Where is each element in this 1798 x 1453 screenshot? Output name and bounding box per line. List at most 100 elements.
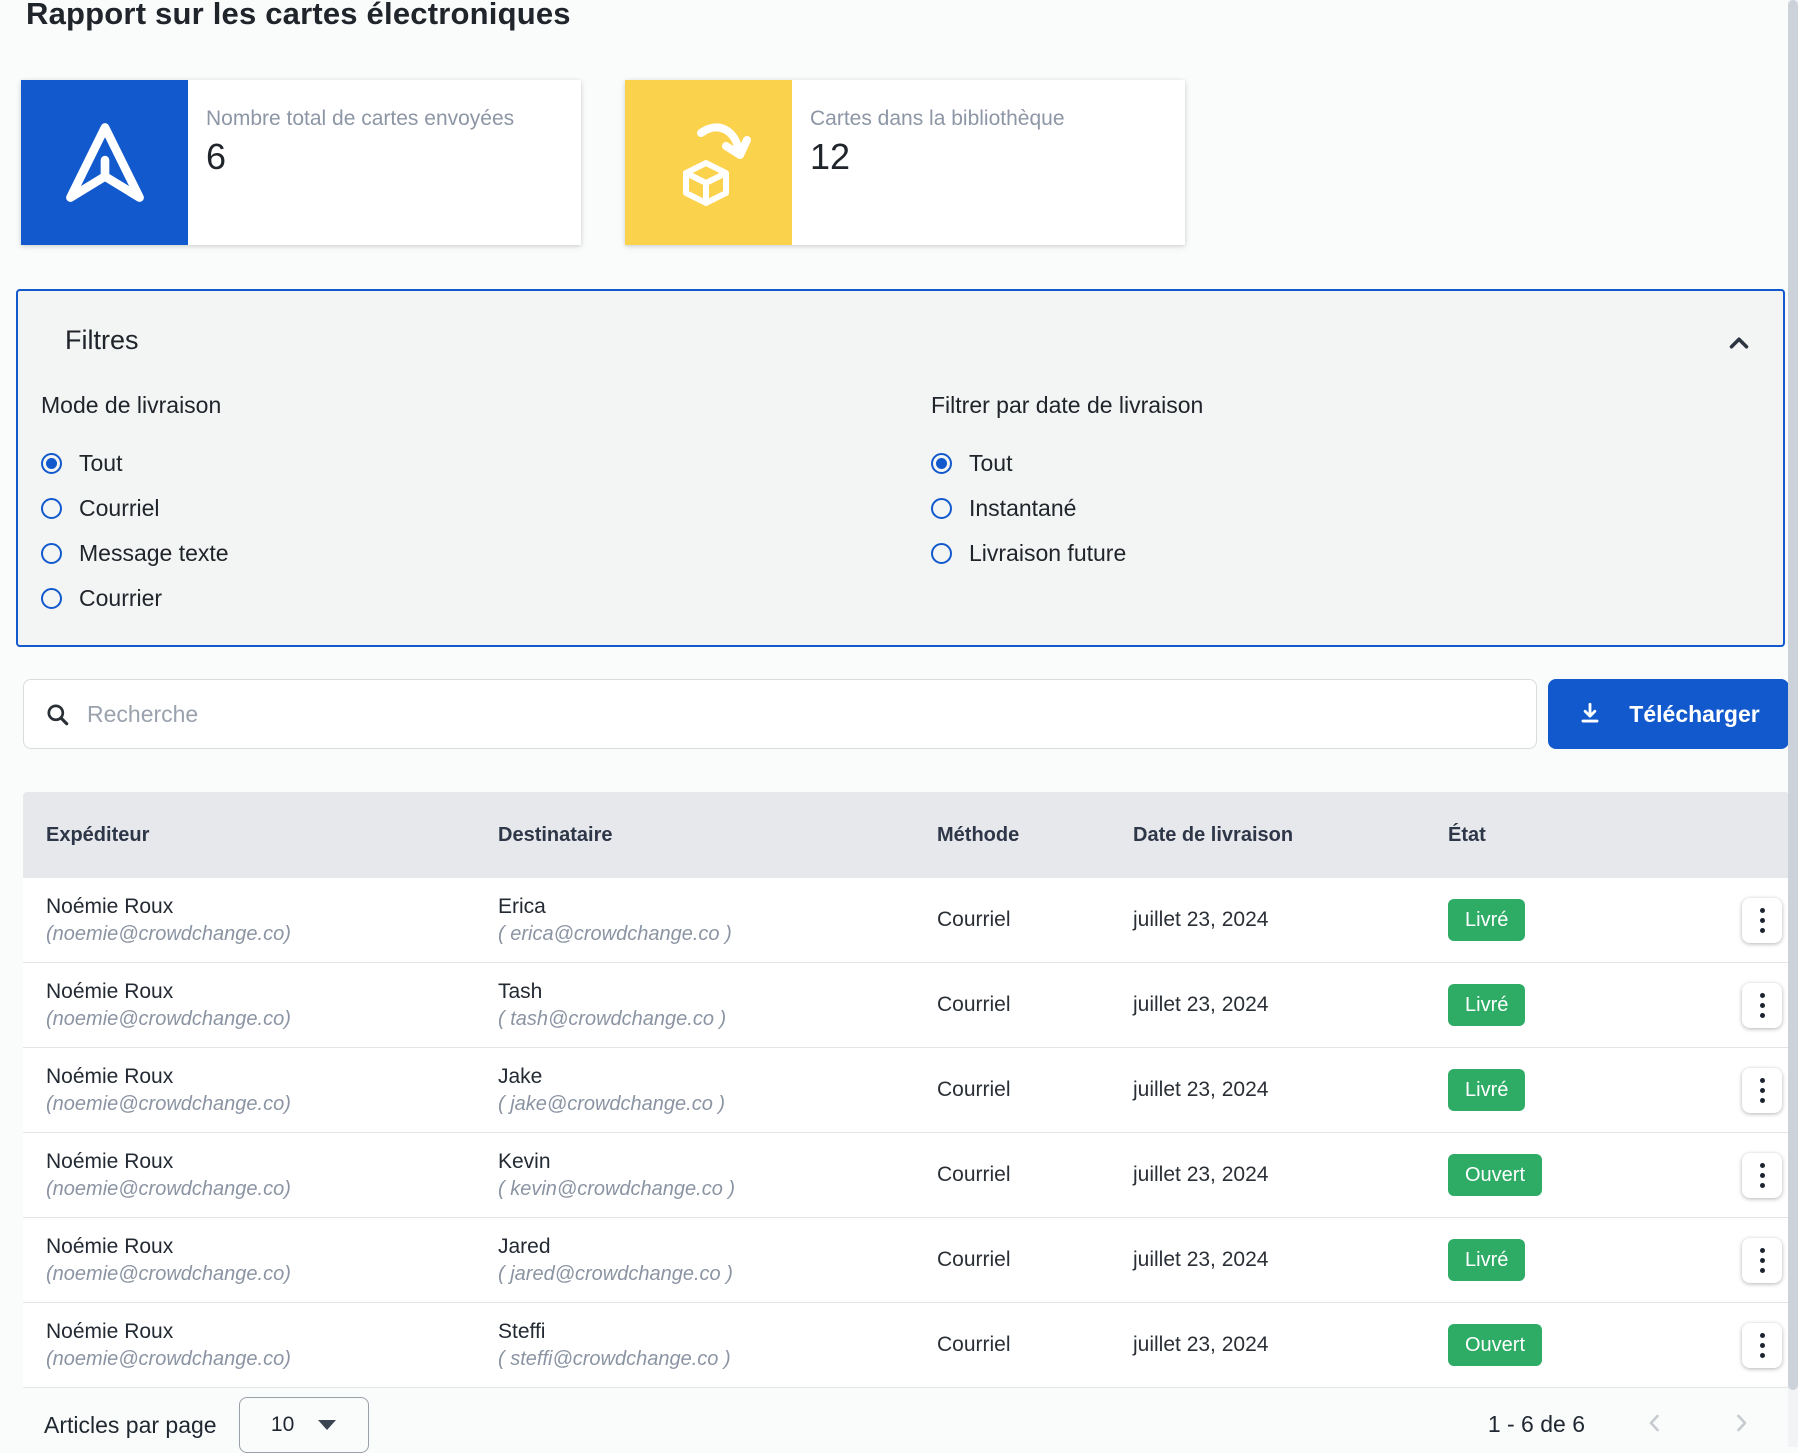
recipient-cell: Jared ( jared@crowdchange.co ) bbox=[498, 1233, 937, 1288]
method-cell: Courriel bbox=[937, 993, 1133, 1017]
filter-group-delivery-mode: Mode de livraison Tout Courriel bbox=[41, 392, 931, 621]
stat-label: Cartes dans la bibliothèque bbox=[810, 106, 1065, 132]
row-actions-menu-button[interactable] bbox=[1742, 1323, 1782, 1368]
sender-name: Noémie Roux bbox=[46, 1148, 498, 1176]
chevron-up-icon[interactable] bbox=[1717, 321, 1761, 365]
sender-cell: Noémie Roux (noemie@crowdchange.co) bbox=[46, 1318, 498, 1373]
recipient-name: Erica bbox=[498, 893, 937, 921]
stat-card-cards-sent: Nombre total de cartes envoyées 6 bbox=[21, 80, 581, 245]
status-cell: Ouvert bbox=[1448, 1154, 1713, 1196]
radio-label: Message texte bbox=[79, 540, 229, 567]
radio-label: Tout bbox=[79, 450, 122, 477]
row-actions-menu-button[interactable] bbox=[1742, 1068, 1782, 1113]
recipient-email: ( jake@crowdchange.co ) bbox=[498, 1091, 937, 1118]
column-header-date: Date de livraison bbox=[1133, 824, 1448, 847]
sender-name: Noémie Roux bbox=[46, 1063, 498, 1091]
radio-option: Message texte bbox=[41, 531, 931, 576]
date-cell: juillet 23, 2024 bbox=[1133, 1248, 1448, 1272]
radio-button[interactable] bbox=[931, 498, 952, 519]
sender-cell: Noémie Roux (noemie@crowdchange.co) bbox=[46, 893, 498, 948]
table-header-row: Expéditeur Destinataire Méthode Date de … bbox=[23, 792, 1789, 878]
method-cell: Courriel bbox=[937, 1078, 1133, 1102]
stat-card-library: Cartes dans la bibliothèque 12 bbox=[625, 80, 1185, 245]
search-box[interactable] bbox=[23, 679, 1537, 749]
radio-option: Courriel bbox=[41, 486, 931, 531]
sender-cell: Noémie Roux (noemie@crowdchange.co) bbox=[46, 1148, 498, 1203]
page-scrollbar[interactable] bbox=[1788, 0, 1798, 1447]
recipient-name: Steffi bbox=[498, 1318, 937, 1346]
previous-page-button[interactable] bbox=[1635, 1409, 1675, 1439]
filter-group-label: Filtrer par date de livraison bbox=[931, 392, 1783, 419]
method-cell: Courriel bbox=[937, 1248, 1133, 1272]
sender-name: Noémie Roux bbox=[46, 893, 498, 921]
row-actions-menu-button[interactable] bbox=[1742, 1238, 1782, 1283]
sender-name: Noémie Roux bbox=[46, 1318, 498, 1346]
recipient-cell: Jake ( jake@crowdchange.co ) bbox=[498, 1063, 937, 1118]
recipient-cell: Steffi ( steffi@crowdchange.co ) bbox=[498, 1318, 937, 1373]
status-badge: Livré bbox=[1448, 1069, 1525, 1111]
table-row: Noémie Roux (noemie@crowdchange.co) Eric… bbox=[23, 878, 1789, 963]
method-cell: Courriel bbox=[937, 1333, 1133, 1357]
radio-label: Courrier bbox=[79, 585, 162, 612]
page-title: Rapport sur les cartes électroniques bbox=[26, 0, 1789, 34]
stat-value: 12 bbox=[810, 136, 1065, 178]
radio-button[interactable] bbox=[41, 453, 62, 474]
row-actions-menu-button[interactable] bbox=[1742, 898, 1782, 943]
recipient-email: ( kevin@crowdchange.co ) bbox=[498, 1176, 937, 1203]
radio-option: Livraison future bbox=[931, 531, 1783, 576]
radio-label: Livraison future bbox=[969, 540, 1126, 567]
filters-title: Filtres bbox=[65, 325, 1783, 356]
column-header-method: Méthode bbox=[937, 824, 1133, 847]
recipient-name: Jake bbox=[498, 1063, 937, 1091]
status-badge: Ouvert bbox=[1448, 1324, 1542, 1366]
stat-value: 6 bbox=[206, 136, 514, 178]
status-cell: Livré bbox=[1448, 1069, 1713, 1111]
recipient-cell: Kevin ( kevin@crowdchange.co ) bbox=[498, 1148, 937, 1203]
table-row: Noémie Roux (noemie@crowdchange.co) Kevi… bbox=[23, 1133, 1789, 1218]
date-cell: juillet 23, 2024 bbox=[1133, 1333, 1448, 1357]
next-page-button[interactable] bbox=[1721, 1409, 1761, 1439]
radio-button[interactable] bbox=[931, 543, 952, 564]
row-actions-menu-button[interactable] bbox=[1742, 983, 1782, 1028]
scrollbar-thumb[interactable] bbox=[1788, 0, 1798, 1390]
column-header-status: État bbox=[1448, 824, 1713, 847]
radio-button[interactable] bbox=[41, 498, 62, 519]
download-button-label: Télécharger bbox=[1629, 701, 1759, 728]
cards-table: Expéditeur Destinataire Méthode Date de … bbox=[23, 792, 1789, 1453]
stat-label: Nombre total de cartes envoyées bbox=[206, 106, 514, 132]
download-button[interactable]: Télécharger bbox=[1548, 679, 1789, 749]
sender-email: (noemie@crowdchange.co) bbox=[46, 921, 498, 948]
method-cell: Courriel bbox=[937, 1163, 1133, 1187]
status-badge: Livré bbox=[1448, 984, 1525, 1026]
send-arrow-icon bbox=[21, 80, 188, 245]
sender-cell: Noémie Roux (noemie@crowdchange.co) bbox=[46, 1063, 498, 1118]
sender-email: (noemie@crowdchange.co) bbox=[46, 1346, 498, 1373]
sender-email: (noemie@crowdchange.co) bbox=[46, 1176, 498, 1203]
download-icon bbox=[1577, 701, 1603, 727]
sender-name: Noémie Roux bbox=[46, 1233, 498, 1261]
radio-button[interactable] bbox=[41, 543, 62, 564]
radio-option: Instantané bbox=[931, 486, 1783, 531]
recipient-email: ( steffi@crowdchange.co ) bbox=[498, 1346, 937, 1373]
radio-option: Courrier bbox=[41, 576, 931, 621]
sender-email: (noemie@crowdchange.co) bbox=[46, 1006, 498, 1033]
radio-button[interactable] bbox=[931, 453, 952, 474]
recipient-name: Jared bbox=[498, 1233, 937, 1261]
recipient-cell: Tash ( tash@crowdchange.co ) bbox=[498, 978, 937, 1033]
sender-cell: Noémie Roux (noemie@crowdchange.co) bbox=[46, 978, 498, 1033]
recipient-cell: Erica ( erica@crowdchange.co ) bbox=[498, 893, 937, 948]
date-cell: juillet 23, 2024 bbox=[1133, 1078, 1448, 1102]
table-body: Noémie Roux (noemie@crowdchange.co) Eric… bbox=[23, 878, 1789, 1388]
sender-email: (noemie@crowdchange.co) bbox=[46, 1261, 498, 1288]
search-input[interactable] bbox=[87, 701, 1536, 728]
method-cell: Courriel bbox=[937, 908, 1133, 932]
filter-group-label: Mode de livraison bbox=[41, 392, 931, 419]
row-actions-menu-button[interactable] bbox=[1742, 1153, 1782, 1198]
items-per-page-select[interactable]: 10 bbox=[239, 1397, 369, 1453]
radio-label: Tout bbox=[969, 450, 1012, 477]
date-cell: juillet 23, 2024 bbox=[1133, 908, 1448, 932]
date-cell: juillet 23, 2024 bbox=[1133, 993, 1448, 1017]
radio-option: Tout bbox=[41, 441, 931, 486]
radio-button[interactable] bbox=[41, 588, 62, 609]
sender-email: (noemie@crowdchange.co) bbox=[46, 1091, 498, 1118]
